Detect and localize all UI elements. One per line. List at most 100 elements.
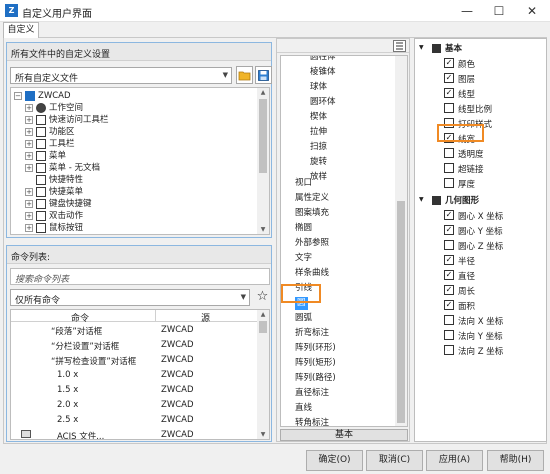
object-type-item[interactable]: 直径标注: [295, 386, 329, 401]
tree-item[interactable]: + 菜单: [11, 150, 257, 162]
object-type-item[interactable]: 圆环体: [310, 95, 336, 110]
expand-icon[interactable]: +: [25, 152, 33, 160]
object-type-item[interactable]: 椭圆: [295, 221, 312, 236]
scroll-thumb[interactable]: [259, 321, 267, 333]
object-type-item[interactable]: 球体: [310, 80, 327, 95]
object-type-item[interactable]: 文字: [295, 251, 312, 266]
expand-icon[interactable]: +: [25, 164, 33, 172]
object-type-item[interactable]: 视口: [295, 176, 312, 191]
scroll-thumb[interactable]: [397, 201, 405, 423]
object-type-item[interactable]: 图案填充: [295, 206, 329, 221]
object-type-item[interactable]: 放样: [310, 170, 327, 185]
object-type-item[interactable]: 拉伸: [310, 125, 327, 140]
collapse-icon[interactable]: −: [14, 92, 22, 100]
minimize-button[interactable]: —: [456, 3, 478, 19]
tree-item[interactable]: + 键盘快捷键: [11, 198, 257, 210]
property-item[interactable]: ✓ 直径: [415, 268, 546, 283]
list-view-icon[interactable]: [393, 40, 406, 52]
star-icon[interactable]: ☆: [254, 288, 271, 306]
expand-icon[interactable]: +: [25, 200, 33, 208]
group-checkbox[interactable]: [432, 44, 441, 53]
property-checkbox[interactable]: ✓: [444, 300, 454, 310]
expand-icon[interactable]: +: [25, 188, 33, 196]
property-item[interactable]: 法向 X 坐标: [415, 313, 546, 328]
property-item[interactable]: ✓ 圆心 X 坐标: [415, 208, 546, 223]
property-item[interactable]: ✓ 颜色: [415, 56, 546, 71]
expand-icon[interactable]: +: [25, 104, 33, 112]
expand-icon[interactable]: +: [25, 116, 33, 124]
basic-button[interactable]: 基本: [280, 429, 408, 441]
property-checkbox[interactable]: ✓: [444, 225, 454, 235]
customization-tree[interactable]: − ZWCAD + 工作空间 + 快速访问工具栏 + 功能区 + 工具栏 + 菜单 + 菜单 - 无文档快…: [10, 87, 270, 235]
property-checkbox[interactable]: [444, 148, 454, 158]
property-checkbox[interactable]: [444, 345, 454, 355]
close-button[interactable]: ✕: [521, 3, 543, 19]
property-item[interactable]: 线型比例: [415, 101, 546, 116]
property-checkbox[interactable]: ✓: [444, 73, 454, 83]
object-type-item[interactable]: 圆弧: [295, 311, 312, 326]
table-scrollbar[interactable]: ▲ ▼: [257, 310, 269, 439]
object-type-item[interactable]: 楔体: [310, 110, 327, 125]
property-item[interactable]: 法向 Y 坐标: [415, 328, 546, 343]
object-type-item[interactable]: 扫掠: [310, 140, 327, 155]
property-group-header[interactable]: ▼ 几何图形: [415, 193, 546, 208]
expand-icon[interactable]: +: [25, 212, 33, 220]
table-row[interactable]: ACIS 文件... ZWCAD: [11, 428, 259, 439]
property-group-header[interactable]: ▼ 基本: [415, 41, 546, 56]
object-type-item[interactable]: 样条曲线: [295, 266, 329, 281]
property-checkbox[interactable]: ✓: [444, 210, 454, 220]
object-type-item[interactable]: 属性定义: [295, 191, 329, 206]
tree-item[interactable]: + 工作空间: [11, 102, 257, 114]
property-checkbox[interactable]: [444, 240, 454, 250]
property-item[interactable]: ✓ 线型: [415, 86, 546, 101]
customization-file-select[interactable]: 所有自定义文件 ▼: [10, 67, 232, 84]
tree-item[interactable]: + 功能区: [11, 126, 257, 138]
property-item[interactable]: ✓ 圆心 Y 坐标: [415, 223, 546, 238]
command-filter-select[interactable]: 仅所有命令 ▼: [10, 289, 250, 306]
object-type-item[interactable]: 阵列(矩形): [295, 356, 336, 371]
group-checkbox[interactable]: [432, 196, 441, 205]
property-checkbox[interactable]: [444, 330, 454, 340]
property-item[interactable]: 法向 Z 坐标: [415, 343, 546, 358]
property-item[interactable]: 圆心 Z 坐标: [415, 238, 546, 253]
property-checkbox[interactable]: ✓: [444, 88, 454, 98]
property-item[interactable]: ✓ 图层: [415, 71, 546, 86]
command-table[interactable]: 命令 源 “段落”对话框 ZWCAD “分栏设置”对话框 ZWCAD “拼写检查设置”对…: [10, 309, 270, 440]
ok-button[interactable]: 确定(O): [306, 450, 363, 471]
object-type-item[interactable]: 折弯标注: [295, 326, 329, 341]
property-checkbox[interactable]: ✓: [444, 58, 454, 68]
cancel-button[interactable]: 取消(C): [366, 450, 423, 471]
object-type-item[interactable]: 直线: [295, 401, 312, 416]
command-search-input[interactable]: 搜索命令列表: [10, 268, 270, 285]
property-checkbox[interactable]: ✓: [444, 285, 454, 295]
tree-scrollbar[interactable]: ▲ ▼: [257, 88, 269, 234]
expand-icon[interactable]: +: [25, 128, 33, 136]
object-type-item[interactable]: 外部参照: [295, 236, 329, 251]
help-button[interactable]: 帮助(H): [487, 450, 544, 471]
property-item[interactable]: 超链接: [415, 161, 546, 176]
property-checkbox[interactable]: [444, 315, 454, 325]
property-checkbox[interactable]: [444, 178, 454, 188]
tree-item[interactable]: − ZWCAD: [11, 90, 257, 102]
property-item[interactable]: ✓ 周长: [415, 283, 546, 298]
tab-customize[interactable]: 自定义: [3, 22, 39, 38]
object-type-item[interactable]: 阵列(路径): [295, 371, 336, 386]
open-file-button[interactable]: [236, 66, 253, 84]
object-list-scrollbar[interactable]: [395, 56, 407, 426]
scroll-thumb[interactable]: [259, 99, 267, 173]
tree-item[interactable]: + 双击动作: [11, 210, 257, 222]
property-item[interactable]: ✓ 面积: [415, 298, 546, 313]
tree-item[interactable]: 快捷特性: [11, 174, 257, 186]
collapse-icon[interactable]: ▼: [419, 44, 424, 51]
property-checkbox[interactable]: ✓: [444, 270, 454, 280]
property-item[interactable]: 透明度: [415, 146, 546, 161]
object-type-item[interactable]: 旋转: [310, 155, 327, 170]
property-checkbox[interactable]: [444, 163, 454, 173]
tree-item[interactable]: + 菜单 - 无文档: [11, 162, 257, 174]
tree-item[interactable]: + 快速访问工具栏: [11, 114, 257, 126]
maximize-button[interactable]: ☐: [488, 3, 510, 19]
object-type-list[interactable]: 圆柱体 棱锥体 球体 圆环体 楔体 拉伸 扫掠 旋转 放样 视口 属性定义 图案填充 椭圆 外部参照 文字样…: [280, 55, 408, 427]
collapse-icon[interactable]: ▼: [419, 196, 424, 203]
save-button[interactable]: [255, 66, 272, 84]
expand-icon[interactable]: +: [25, 140, 33, 148]
